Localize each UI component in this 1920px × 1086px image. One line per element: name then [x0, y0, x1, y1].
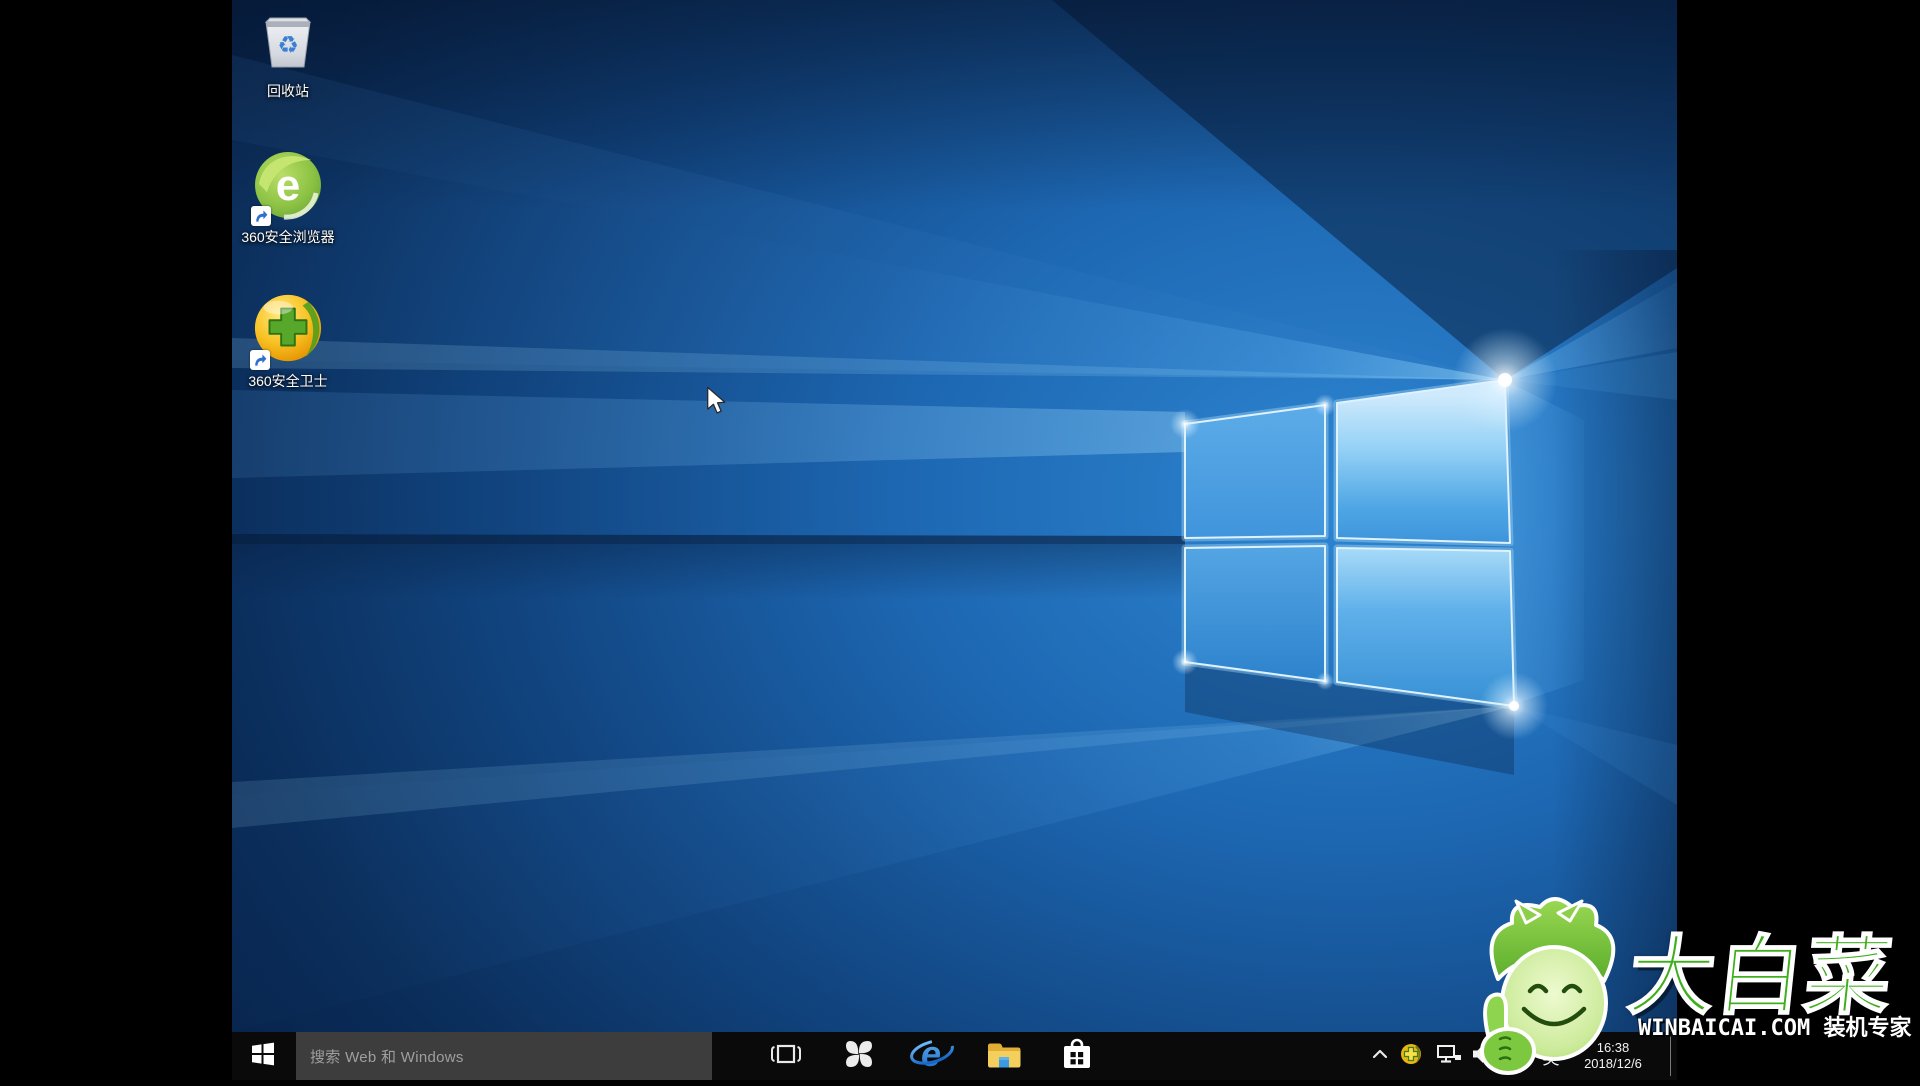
windows-store-button[interactable] [1054, 1032, 1100, 1080]
360-browser-icon: e [253, 150, 323, 225]
watermark-site-line: WINBAICAI.COM 装机专家 [1638, 1010, 1911, 1042]
dabaicai-mascot [1466, 893, 1638, 1086]
watermark-url: WINBAICAI.COM [1638, 1016, 1810, 1041]
shortcut-arrow-icon [251, 206, 271, 226]
taskbar-search-input[interactable]: 搜索 Web 和 Windows [296, 1032, 712, 1080]
search-placeholder: 搜索 Web 和 Windows [310, 1046, 464, 1067]
windows-hero-wallpaper [232, 0, 1677, 1080]
desktop-icon-recycle-bin[interactable]: ♻ 回收站 [234, 10, 342, 100]
watermark-tagline: 装机专家 [1823, 1015, 1911, 1040]
file-explorer-icon [985, 1038, 1023, 1075]
taskbar-360-button[interactable] [836, 1032, 882, 1080]
360-pinwheel-icon [842, 1037, 876, 1076]
360-guard-icon [252, 292, 324, 369]
taskbar: 搜索 Web 和 Windows [232, 1032, 1677, 1080]
internet-explorer-button[interactable]: e [909, 1032, 955, 1080]
svg-text:♻: ♻ [277, 32, 299, 59]
task-view-button[interactable] [763, 1032, 809, 1080]
desktop: ♻ 回收站 e [232, 0, 1677, 1080]
windows-store-icon [1061, 1037, 1093, 1076]
network-icon [1435, 1042, 1463, 1071]
shortcut-arrow-icon [250, 350, 270, 370]
icon-label: 360安全浏览器 [234, 228, 342, 246]
chevron-up-icon [1369, 1043, 1391, 1070]
360-guard-tray-icon [1399, 1042, 1423, 1071]
svg-text:e: e [276, 161, 300, 210]
file-explorer-button[interactable] [981, 1032, 1027, 1080]
tray-360-guard[interactable] [1398, 1032, 1424, 1080]
icon-label: 360安全卫士 [234, 372, 342, 390]
tray-network[interactable] [1434, 1032, 1464, 1080]
recycle-bin-icon: ♻ [256, 10, 320, 79]
tray-show-hidden-icons[interactable] [1368, 1032, 1392, 1080]
mouse-cursor [706, 386, 728, 421]
icon-label: 回收站 [234, 82, 342, 100]
start-button[interactable] [232, 1032, 294, 1080]
windows-logo-icon [250, 1041, 276, 1072]
internet-explorer-icon: e [909, 1035, 955, 1078]
task-view-icon [769, 1040, 803, 1073]
desktop-icon-360-guard[interactable]: 360安全卫士 [234, 292, 342, 390]
desktop-icon-360-browser[interactable]: e 360安全浏览器 [234, 150, 342, 246]
